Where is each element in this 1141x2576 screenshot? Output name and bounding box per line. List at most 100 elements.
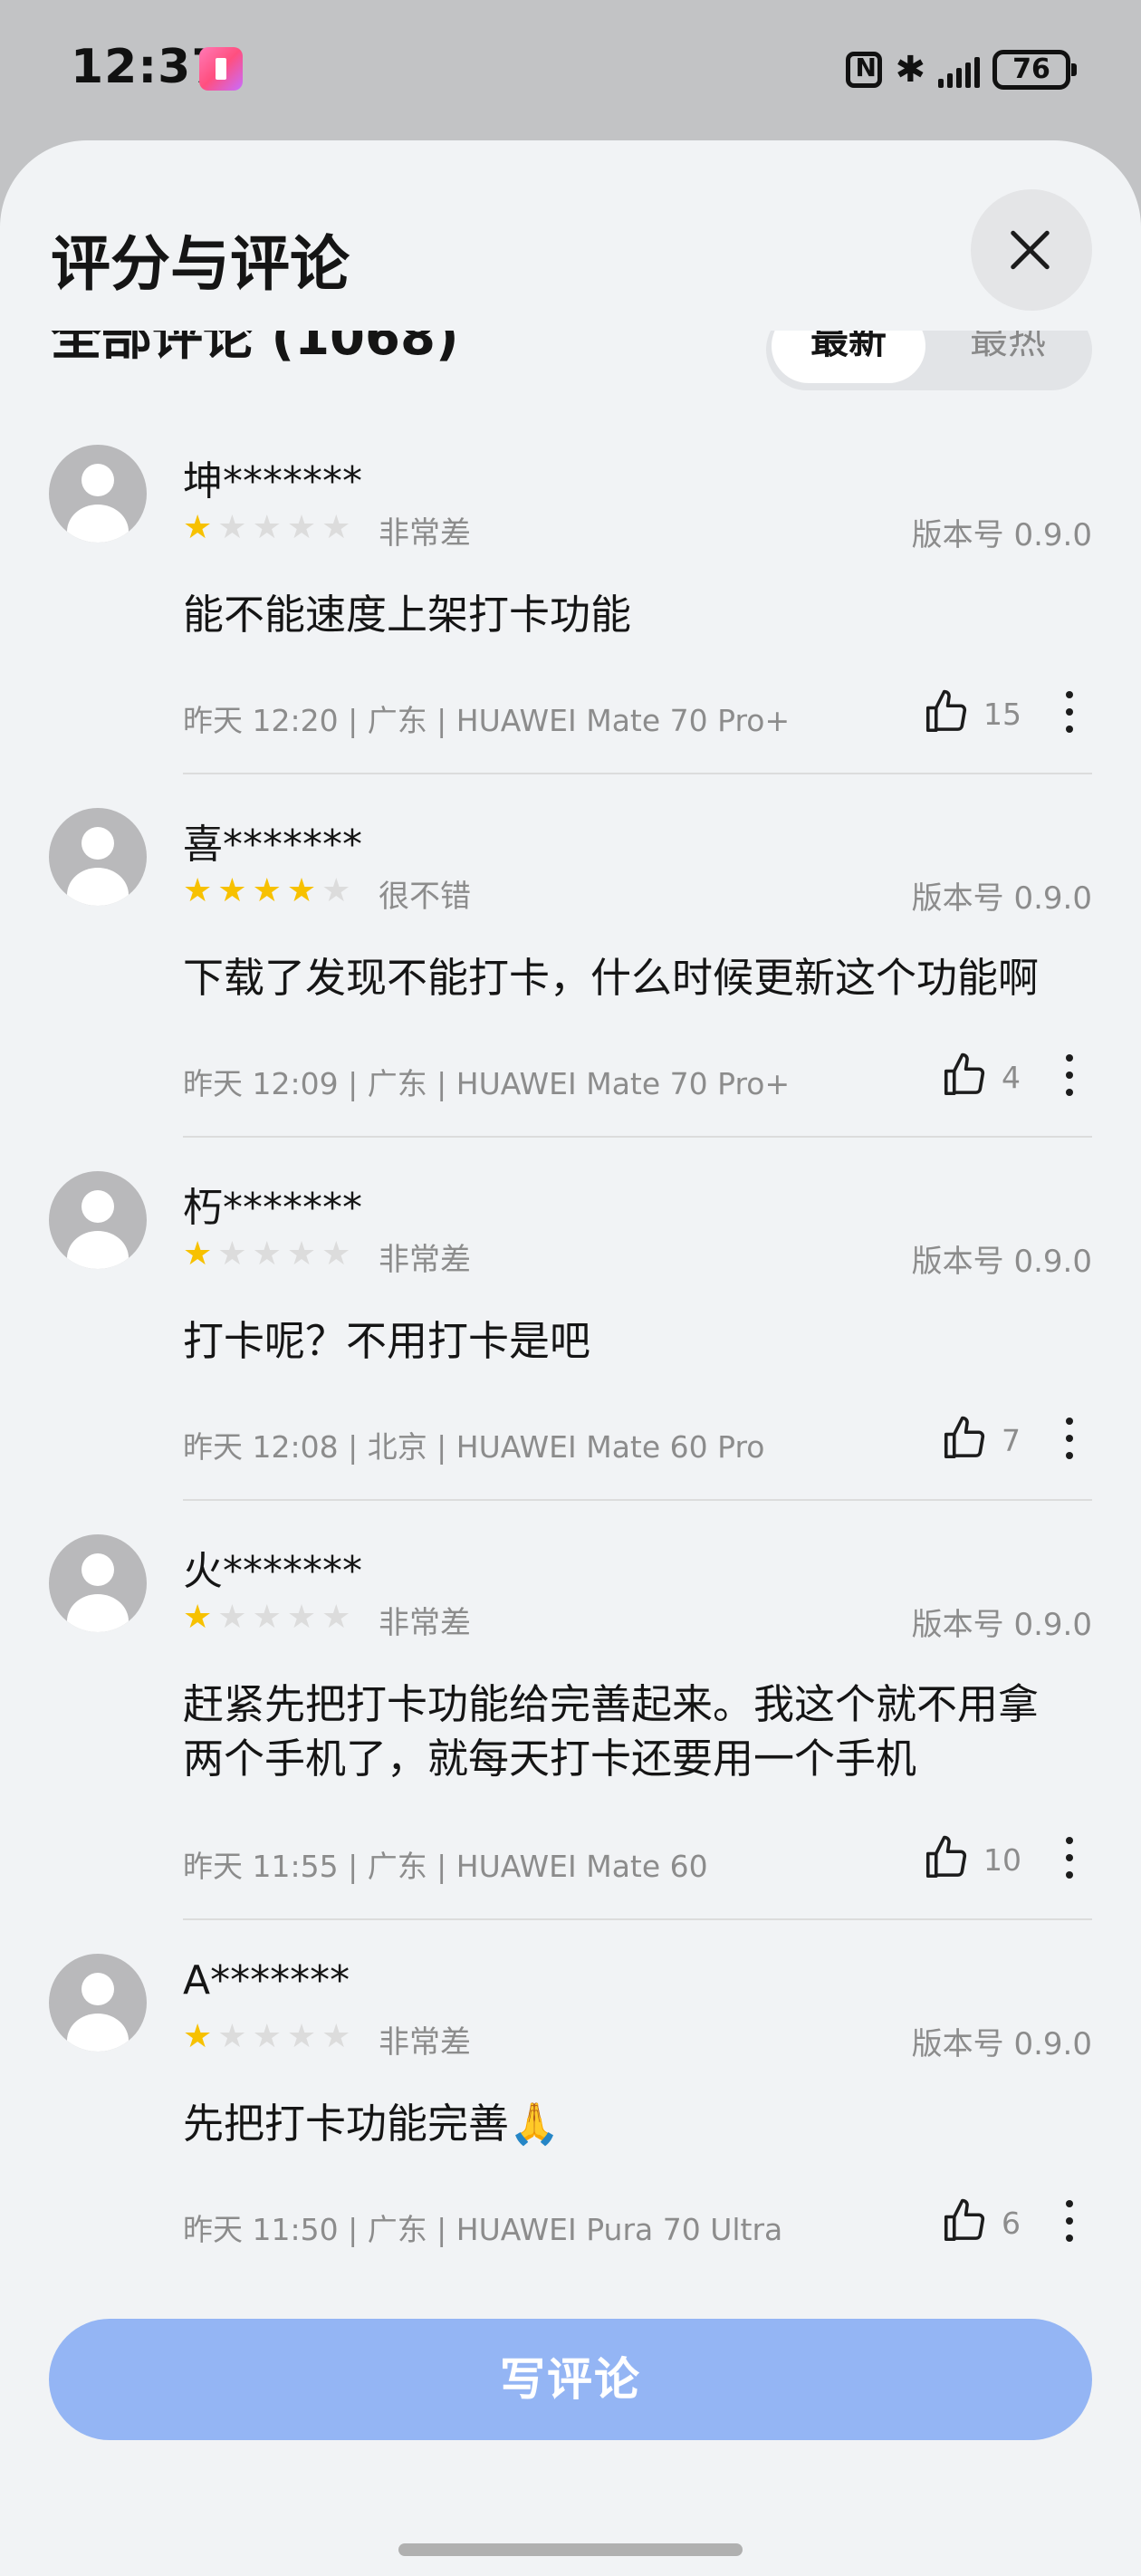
star-empty-icon: ★ [252,509,282,546]
bluetooth-icon: ✱ [895,49,925,91]
home-indicator[interactable] [398,2543,743,2556]
rating-label: 非常差 [379,2024,471,2061]
divider [183,1918,1092,1920]
write-review-button[interactable]: 写评论 [49,2319,1092,2440]
star-empty-icon: ★ [321,2018,351,2055]
review-text: 能不能速度上架打卡功能 [183,588,1098,642]
star-filled-icon: ★ [183,2018,213,2055]
status-icons: ✱ 76 [846,47,1077,92]
rating-label: 很不错 [379,879,471,915]
close-icon[interactable] [971,189,1092,311]
review-meta: 昨天 12:20 | 广东 | HUAWEI Mate 70 Pro+ [183,703,791,738]
user-avatar-icon[interactable] [49,445,147,543]
star-empty-icon: ★ [217,1235,247,1273]
like-count: 6 [1002,2206,1021,2241]
like-count: 10 [983,1842,1021,1878]
divider [183,1136,1092,1138]
more-vertical-icon[interactable] [1063,2198,1074,2244]
thumbs-up-icon[interactable] [922,1833,971,1882]
star-filled-icon: ★ [183,1235,213,1273]
thumbs-up-icon[interactable] [940,2196,989,2245]
user-avatar-icon[interactable] [49,1954,147,2052]
app-notification-icon [199,47,243,91]
review-text-line: 能不能速度上架打卡功能 [183,591,632,639]
thumbs-up-icon[interactable] [940,1414,989,1463]
star-empty-icon: ★ [252,2018,282,2055]
review-item: 坤******* ★ ★ ★ ★ ★ 非常差 版本号 0.9.0 能不能速度上架打卡功能… [0,445,1141,798]
sort-hot-tab[interactable]: 最热 [931,331,1085,383]
star-filled-icon: ★ [217,872,247,909]
star-empty-icon: ★ [217,2018,247,2055]
review-item: 朽******* ★ ★ ★ ★ ★ 非常差 版本号 0.9.0 打卡呢？不用打卡是吧 … [0,1171,1141,1524]
status-bar: 12:37 ✱ 76 [0,0,1141,136]
review-username: A******* [183,1957,350,2004]
review-meta: 昨天 12:08 | 北京 | HUAWEI Mate 60 Pro [183,1429,765,1465]
sort-toggle[interactable]: 最新 最热 [766,331,1092,390]
thumbs-up-icon[interactable] [922,687,971,736]
rating-label: 非常差 [379,1242,471,1278]
star-empty-icon: ★ [321,1599,351,1636]
nfc-icon [846,52,883,88]
thumbs-up-icon[interactable] [940,1051,989,1100]
star-filled-icon: ★ [252,872,282,909]
user-avatar-icon[interactable] [49,808,147,906]
review-version: 版本号 0.9.0 [911,1607,1092,1643]
star-filled-icon: ★ [183,509,213,546]
star-empty-icon: ★ [252,1235,282,1273]
star-rating: ★ ★ ★ ★ ★ [183,2019,350,2055]
more-vertical-icon[interactable] [1063,689,1074,735]
review-text-line: 下载了发现不能打卡，什么时候更新这个功能啊 [183,954,1040,1002]
star-rating: ★ ★ ★ ★ ★ [183,510,350,546]
review-text: 先把打卡功能完善🙏 [183,2097,1098,2151]
review-text: 赶紧先把打卡功能给完善起来。我这个就不用拿 两个手机了，就每天打卡还要用一个手机 [183,1677,1098,1786]
review-version: 版本号 0.9.0 [911,2026,1092,2062]
like-count: 4 [1002,1060,1021,1095]
star-rating: ★ ★ ★ ★ ★ [183,1600,350,1636]
battery-icon: 76 [992,50,1077,90]
review-text-line: 打卡呢？不用打卡是吧 [183,1317,591,1365]
star-empty-icon: ★ [286,1599,317,1636]
review-username: 朽******* [183,1185,362,1231]
more-vertical-icon[interactable] [1063,1835,1074,1880]
like-count: 7 [1002,1423,1021,1458]
star-empty-icon: ★ [286,1235,317,1273]
review-meta: 昨天 12:09 | 广东 | HUAWEI Mate 70 Pro+ [183,1066,791,1101]
star-filled-icon: ★ [286,872,317,909]
star-empty-icon: ★ [321,872,351,909]
rating-label: 非常差 [379,515,471,552]
user-avatar-icon[interactable] [49,1534,147,1632]
review-username: 火******* [183,1548,362,1594]
review-meta: 昨天 11:55 | 广东 | HUAWEI Mate 60 [183,1849,708,1884]
review-text-line: 赶紧先把打卡功能给完善起来。我这个就不用拿 [183,1680,1040,1728]
all-reviews-count: 全部评论 (1068) [51,331,459,367]
star-empty-icon: ★ [217,509,247,546]
star-rating: ★ ★ ★ ★ ★ [183,873,350,909]
review-version: 版本号 0.9.0 [911,880,1092,917]
divider [183,773,1092,774]
star-filled-icon: ★ [183,872,213,909]
sort-latest-tab[interactable]: 最新 [772,331,925,383]
signal-icon [938,52,980,88]
review-username: 喜******* [183,822,362,868]
review-version: 版本号 0.9.0 [911,517,1092,553]
star-empty-icon: ★ [321,1235,351,1273]
star-empty-icon: ★ [217,1599,247,1636]
user-avatar-icon[interactable] [49,1171,147,1269]
review-text: 下载了发现不能打卡，什么时候更新这个功能啊 [183,951,1098,1005]
more-vertical-icon[interactable] [1063,1053,1074,1098]
ratings-sheet: 评分与评论 全部评论 (1068) 最新 最热 坤******* ★ ★ ★ ★ ★ 非… [0,140,1141,2576]
star-empty-icon: ★ [286,509,317,546]
review-item: 喜******* ★ ★ ★ ★ ★ 很不错 版本号 0.9.0 下载了发现不能打卡，什… [0,808,1141,1161]
star-empty-icon: ★ [286,2018,317,2055]
reviews-subheader: 全部评论 (1068) 最新 最热 [0,331,1141,394]
review-item: 火******* ★ ★ ★ ★ ★ 非常差 版本号 0.9.0 赶紧先把打卡功能给完善… [0,1534,1141,1933]
more-vertical-icon[interactable] [1063,1416,1074,1461]
star-filled-icon: ★ [183,1599,213,1636]
review-version: 版本号 0.9.0 [911,1244,1092,1280]
review-text-line: 两个手机了，就每天打卡还要用一个手机 [183,1735,917,1783]
review-meta: 昨天 11:50 | 广东 | HUAWEI Pura 70 Ultra [183,2212,783,2247]
sheet-title: 评分与评论 [51,229,350,299]
review-text-line: 先把打卡功能完善🙏 [183,2100,561,2148]
rating-label: 非常差 [379,1605,471,1641]
star-rating: ★ ★ ★ ★ ★ [183,1236,350,1273]
